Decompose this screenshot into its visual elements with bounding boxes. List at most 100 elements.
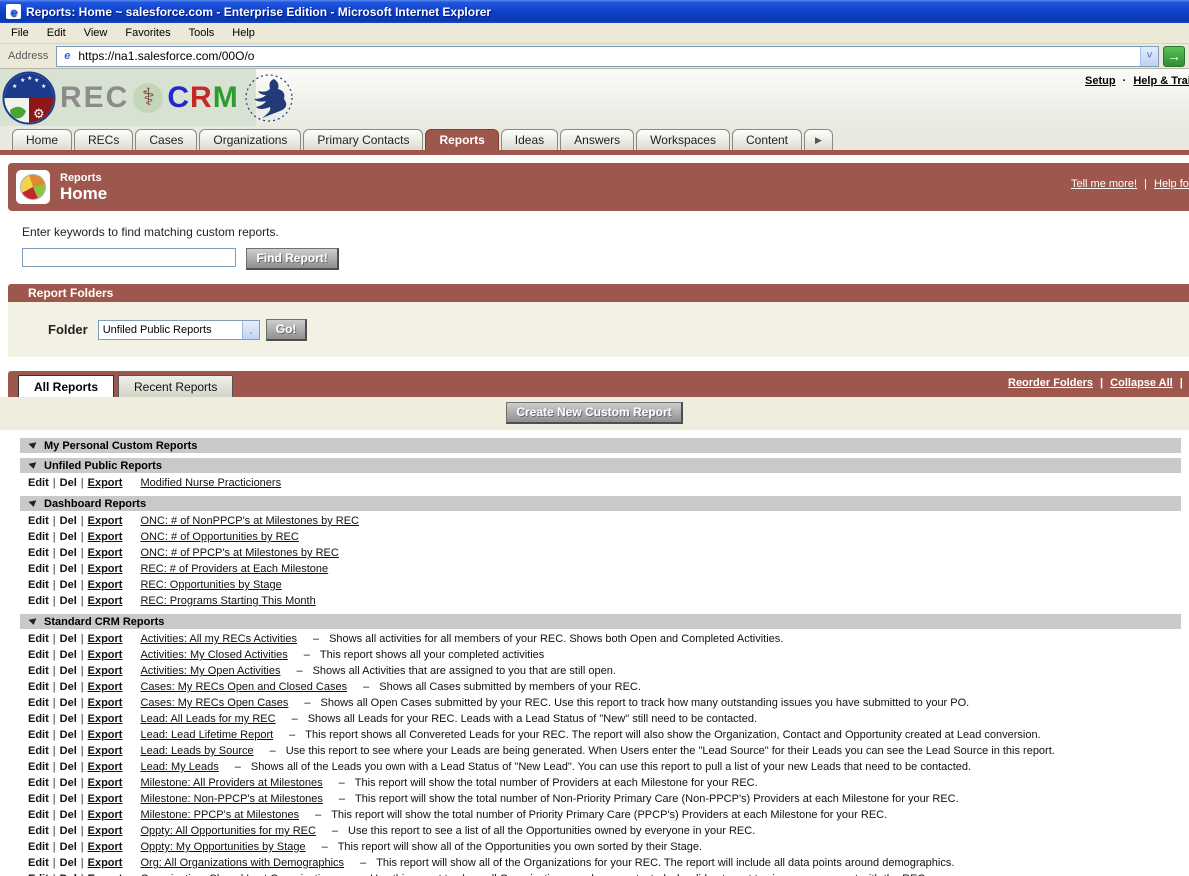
edit-link[interactable]: Edit <box>28 515 49 527</box>
del-link[interactable]: Del <box>60 857 77 869</box>
tab-overflow-arrow-icon[interactable]: ▶ <box>804 129 833 150</box>
export-link[interactable]: Export <box>88 547 123 559</box>
export-link[interactable]: Export <box>88 697 123 709</box>
help-for-page-link[interactable]: Help for this Page <box>1154 178 1189 190</box>
export-link[interactable]: Export <box>88 777 123 789</box>
report-name-link[interactable]: Activities: All my RECs Activities <box>140 633 296 645</box>
report-name-link[interactable]: ONC: # of Opportunities by REC <box>140 531 298 543</box>
address-go-button[interactable]: → <box>1163 45 1185 67</box>
collapse-twisty-icon[interactable] <box>28 441 38 450</box>
menu-help[interactable]: Help <box>223 23 264 43</box>
export-link[interactable]: Export <box>88 477 123 489</box>
edit-link[interactable]: Edit <box>28 825 49 837</box>
del-link[interactable]: Del <box>60 777 77 789</box>
edit-link[interactable]: Edit <box>28 595 49 607</box>
del-link[interactable]: Del <box>60 841 77 853</box>
report-name-link[interactable]: Milestone: Non-PPCP's at Milestones <box>140 793 322 805</box>
report-name-link[interactable]: ONC: # of NonPPCP's at Milestones by REC <box>140 515 359 527</box>
address-dropdown-icon[interactable]: ˅ <box>1140 46 1158 66</box>
export-link[interactable]: Export <box>88 745 123 757</box>
export-link[interactable]: Export <box>88 825 123 837</box>
report-name-link[interactable]: Milestone: PPCP's at Milestones <box>140 809 299 821</box>
del-link[interactable]: Del <box>60 729 77 741</box>
del-link[interactable]: Del <box>60 745 77 757</box>
del-link[interactable]: Del <box>60 665 77 677</box>
report-name-link[interactable]: Lead: Lead Lifetime Report <box>140 729 273 741</box>
menu-view[interactable]: View <box>75 23 117 43</box>
report-name-link[interactable]: Activities: My Closed Activities <box>140 649 287 661</box>
report-name-link[interactable]: Cases: My RECs Open Cases <box>140 697 288 709</box>
edit-link[interactable]: Edit <box>28 477 49 489</box>
tab-ideas[interactable]: Ideas <box>500 129 559 150</box>
report-name-link[interactable]: Oppty: All Opportunities for my REC <box>140 825 315 837</box>
edit-link[interactable]: Edit <box>28 745 49 757</box>
tab-primary-contacts[interactable]: Primary Contacts <box>303 129 424 150</box>
tab-organizations[interactable]: Organizations <box>199 129 302 150</box>
edit-link[interactable]: Edit <box>28 579 49 591</box>
edit-link[interactable]: Edit <box>28 563 49 575</box>
tab-content[interactable]: Content <box>731 129 803 150</box>
del-link[interactable]: Del <box>60 531 77 543</box>
report-name-link[interactable]: Milestone: All Providers at Milestones <box>140 777 322 789</box>
menu-edit[interactable]: Edit <box>38 23 75 43</box>
menu-favorites[interactable]: Favorites <box>116 23 179 43</box>
help-training-link[interactable]: Help & Training <box>1133 75 1189 87</box>
report-name-link[interactable]: REC: Programs Starting This Month <box>140 595 315 607</box>
report-name-link[interactable]: ONC: # of PPCP's at Milestones by REC <box>140 547 338 559</box>
collapse-all-link[interactable]: Collapse All <box>1110 377 1173 389</box>
export-link[interactable]: Export <box>88 681 123 693</box>
folder-select[interactable]: Unfiled Public Reports ˏ <box>97 319 260 340</box>
reorder-folders-link[interactable]: Reorder Folders <box>1008 377 1093 389</box>
report-search-input[interactable] <box>22 248 236 268</box>
export-link[interactable]: Export <box>88 649 123 661</box>
edit-link[interactable]: Edit <box>28 649 49 661</box>
report-name-link[interactable]: Lead: Leads by Source <box>140 745 253 757</box>
tab-all-reports[interactable]: All Reports <box>18 375 115 397</box>
del-link[interactable]: Del <box>60 547 77 559</box>
export-link[interactable]: Export <box>88 793 123 805</box>
export-link[interactable]: Export <box>88 665 123 677</box>
export-link[interactable]: Export <box>88 809 123 821</box>
edit-link[interactable]: Edit <box>28 809 49 821</box>
del-link[interactable]: Del <box>60 649 77 661</box>
tab-home[interactable]: Home <box>12 129 73 150</box>
export-link[interactable]: Export <box>88 579 123 591</box>
report-name-link[interactable]: REC: Opportunities by Stage <box>140 579 281 591</box>
export-link[interactable]: Export <box>88 531 123 543</box>
export-link[interactable]: Export <box>88 595 123 607</box>
edit-link[interactable]: Edit <box>28 665 49 677</box>
edit-link[interactable]: Edit <box>28 841 49 853</box>
del-link[interactable]: Del <box>60 697 77 709</box>
del-link[interactable]: Del <box>60 595 77 607</box>
edit-link[interactable]: Edit <box>28 777 49 789</box>
edit-link[interactable]: Edit <box>28 633 49 645</box>
edit-link[interactable]: Edit <box>28 697 49 709</box>
export-link[interactable]: Export <box>88 515 123 527</box>
edit-link[interactable]: Edit <box>28 761 49 773</box>
folder-go-button[interactable]: Go! <box>265 318 308 341</box>
edit-link[interactable]: Edit <box>28 729 49 741</box>
export-link[interactable]: Export <box>88 633 123 645</box>
export-link[interactable]: Export <box>88 563 123 575</box>
export-link[interactable]: Export <box>88 729 123 741</box>
del-link[interactable]: Del <box>60 681 77 693</box>
tab-recent-reports[interactable]: Recent Reports <box>118 375 234 397</box>
edit-link[interactable]: Edit <box>28 793 49 805</box>
menu-file[interactable]: File <box>2 23 38 43</box>
del-link[interactable]: Del <box>60 633 77 645</box>
collapse-twisty-icon[interactable] <box>28 461 38 470</box>
edit-link[interactable]: Edit <box>28 531 49 543</box>
tab-cases[interactable]: Cases <box>135 129 198 150</box>
create-new-custom-report-button[interactable]: Create New Custom Report <box>506 402 683 424</box>
tab-reports[interactable]: Reports <box>425 129 499 150</box>
del-link[interactable]: Del <box>60 809 77 821</box>
tab-recs[interactable]: RECs <box>74 129 134 150</box>
collapse-twisty-icon[interactable] <box>28 617 38 626</box>
export-link[interactable]: Export <box>88 713 123 725</box>
del-link[interactable]: Del <box>60 477 77 489</box>
edit-link[interactable]: Edit <box>28 713 49 725</box>
report-name-link[interactable]: Activities: My Open Activities <box>140 665 280 677</box>
report-name-link[interactable]: Lead: All Leads for my REC <box>140 713 275 725</box>
report-name-link[interactable]: REC: # of Providers at Each Milestone <box>140 563 328 575</box>
collapse-twisty-icon[interactable] <box>28 499 38 508</box>
